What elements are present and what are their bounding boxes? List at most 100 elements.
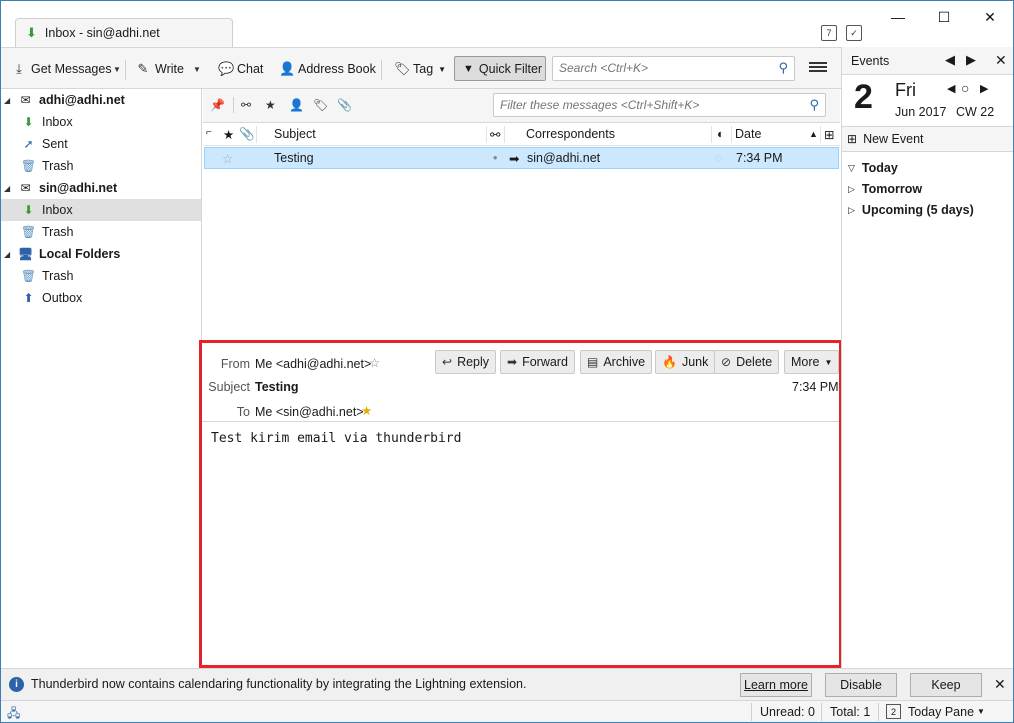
today-pane-dropdown-icon[interactable]: ▼	[977, 707, 985, 716]
collapse-icon[interactable]: ◢	[4, 184, 12, 193]
tag-filter-icon[interactable]: 🏷	[313, 98, 328, 112]
reply-button[interactable]: ↩ Reply	[435, 350, 497, 374]
network-status-icon[interactable]: 🖧	[7, 704, 20, 722]
prev-day-icon[interactable]: ◀	[945, 52, 955, 68]
delete-icon: ⊘	[721, 355, 732, 369]
subject-column-header[interactable]: Subject	[274, 127, 316, 141]
filterbar-divider	[233, 97, 234, 113]
tasks-tab-icon[interactable]: ✓	[846, 25, 862, 41]
minimize-icon[interactable]: —	[875, 5, 921, 29]
today-pane-toggle[interactable]: Today Pane	[908, 705, 974, 719]
read-column-icon[interactable]: ⚯	[490, 127, 500, 142]
account-adhi[interactable]: ◢ ✉ adhi@adhi.net	[1, 89, 201, 111]
next-day-icon[interactable]: ▶	[966, 52, 976, 68]
star-icon[interactable]: ☆	[222, 151, 233, 166]
agenda-tomorrow[interactable]: ▷ Tomorrow	[848, 182, 922, 196]
inbox-icon: ⬇	[23, 115, 34, 129]
folder-inbox-sin[interactable]: ⬇ Inbox	[1, 199, 201, 221]
unread-filter-icon[interactable]: ⚯	[241, 98, 251, 112]
inbox-icon: ⬇	[23, 203, 34, 217]
thread-column-icon[interactable]: ⌐	[206, 127, 212, 138]
info-icon: i	[9, 677, 24, 692]
archive-button[interactable]: ▤ Archive	[580, 350, 653, 374]
delete-button[interactable]: ⊘ Delete	[714, 350, 780, 374]
from-value[interactable]: Me <adhi@adhi.net>	[255, 357, 371, 371]
write-dropdown-icon[interactable]: ▼	[191, 57, 203, 81]
address-book-button[interactable]: 👤 Address Book	[276, 57, 379, 81]
disable-button[interactable]: Disable	[825, 673, 897, 697]
archive-icon: ▤	[587, 355, 599, 369]
attachment-filter-icon[interactable]: 📎	[337, 98, 352, 112]
maximize-icon[interactable]: ☐	[921, 5, 967, 29]
chat-button[interactable]: 💬 Chat	[215, 57, 266, 81]
folder-sent-adhi[interactable]: ➚ Sent	[1, 133, 201, 155]
star-icon[interactable]: ☆	[369, 355, 380, 370]
tab-inbox[interactable]: ⬇ Inbox - sin@adhi.net	[15, 18, 233, 47]
account-local-folders[interactable]: ◢ 🖥 Local Folders	[1, 243, 201, 265]
search-icon[interactable]: ⚲	[778, 60, 788, 76]
junk-column-icon[interactable]: ◐	[717, 127, 725, 141]
folder-trash-sin[interactable]: 🗑 Trash	[1, 221, 201, 243]
filter-messages-input[interactable]	[500, 98, 710, 112]
collapse-icon[interactable]: ◢	[4, 250, 12, 259]
column-picker-icon[interactable]: ⊞	[824, 127, 834, 142]
toolbar-divider	[125, 60, 126, 80]
date-column-header[interactable]: Date	[735, 127, 761, 141]
write-button[interactable]: ✎ Write	[133, 57, 187, 81]
sent-icon: ➚	[23, 137, 34, 151]
calendar-tab-icon[interactable]: 7	[821, 25, 837, 41]
search-box[interactable]: ⚲	[552, 56, 795, 81]
attachment-column-icon[interactable]: 📎	[239, 127, 255, 142]
folder-trash-local[interactable]: 🗑 Trash	[1, 265, 201, 287]
reply-icon: ↩	[442, 355, 453, 369]
folder-pane: ◢ ✉ adhi@adhi.net ⬇ Inbox ➚ Sent 🗑 Trash…	[1, 89, 202, 668]
folder-outbox-local[interactable]: ⬆ Outbox	[1, 287, 201, 309]
pencil-icon: ✎	[137, 61, 149, 76]
agenda-today[interactable]: ▽ Today	[848, 161, 898, 175]
correspondents-column-header[interactable]: Correspondents	[526, 127, 615, 141]
agenda-upcoming[interactable]: ▷ Upcoming (5 days)	[848, 203, 974, 217]
column-divider	[820, 126, 821, 143]
get-messages-dropdown-icon[interactable]: ▼	[111, 57, 123, 81]
more-button[interactable]: More ▼	[784, 350, 840, 374]
app-menu-icon[interactable]	[809, 60, 827, 76]
read-dot-icon[interactable]: •	[493, 151, 497, 165]
forward-button[interactable]: ➡ Forward	[500, 350, 575, 374]
learn-more-button[interactable]: Learn more	[740, 673, 812, 697]
today-circle-icon[interactable]: ○	[961, 80, 969, 96]
close-notification-icon[interactable]: ✕	[994, 676, 1006, 693]
search-input[interactable]	[559, 61, 769, 75]
new-event-button[interactable]: ⊞ New Event	[842, 126, 1013, 152]
starred-filter-icon[interactable]: ★	[265, 98, 276, 112]
pin-icon[interactable]: 📌	[210, 98, 225, 112]
status-divider	[821, 703, 822, 721]
filter-messages-box[interactable]: ⚲	[493, 93, 826, 117]
contact-filter-icon[interactable]: 👤	[289, 98, 304, 112]
table-row[interactable]: ☆ Testing • ➡ sin@adhi.net ◌ 7:34 PM	[204, 147, 839, 169]
junk-status-icon[interactable]: ◌	[715, 151, 722, 165]
today-pane-calendar-icon[interactable]: 2	[886, 704, 901, 719]
day-number: 2	[854, 78, 873, 116]
tag-dropdown-icon: ▼	[438, 64, 447, 74]
junk-button[interactable]: 🔥 Junk	[655, 350, 716, 374]
star-column-icon[interactable]: ★	[223, 127, 234, 142]
quick-filter-button[interactable]: ▼ Quick Filter	[454, 56, 546, 81]
column-divider	[731, 126, 732, 143]
star-filled-icon[interactable]: ★	[361, 403, 372, 418]
close-today-pane-icon[interactable]: ✕	[995, 52, 1007, 69]
message-correspondent: sin@adhi.net	[527, 151, 601, 165]
get-messages-button[interactable]: ⤓ Get Messages	[9, 57, 115, 81]
search-icon[interactable]: ⚲	[809, 97, 819, 113]
to-value[interactable]: Me <sin@adhi.net>	[255, 405, 364, 419]
folder-trash-adhi[interactable]: 🗑 Trash	[1, 155, 201, 177]
funnel-icon: ▼	[463, 62, 474, 75]
tag-button[interactable]: 🏷 Tag ▼	[391, 57, 449, 81]
prev-date-icon[interactable]: ◀	[947, 82, 955, 95]
events-title: Events	[851, 54, 890, 68]
close-icon[interactable]: ✕	[967, 5, 1013, 29]
keep-button[interactable]: Keep	[910, 673, 982, 697]
collapse-icon[interactable]: ◢	[4, 96, 12, 105]
next-date-icon[interactable]: ▶	[980, 82, 988, 95]
account-sin[interactable]: ◢ ✉ sin@adhi.net	[1, 177, 201, 199]
folder-inbox-adhi[interactable]: ⬇ Inbox	[1, 111, 201, 133]
